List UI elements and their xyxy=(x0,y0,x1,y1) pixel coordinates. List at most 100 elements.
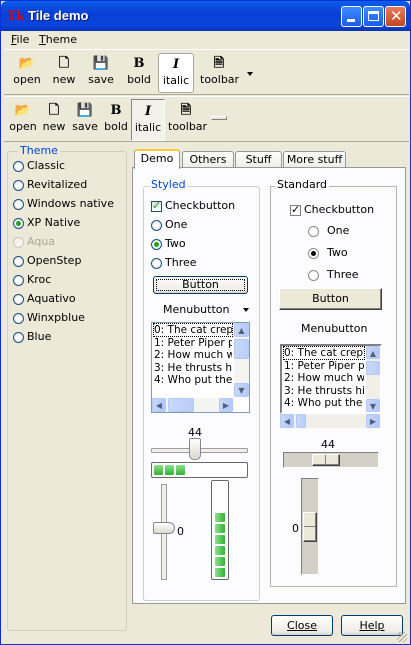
styled-button[interactable]: Button xyxy=(153,276,248,294)
theme-radio-aquativo[interactable]: Aquativo xyxy=(13,292,76,308)
theme-radio-openstep[interactable]: OpenStep xyxy=(13,254,81,270)
radio-indicator xyxy=(13,160,24,172)
toolbar1-bold-button[interactable]: B bold xyxy=(124,55,154,86)
theme-radio-kroc[interactable]: Kroc xyxy=(13,273,51,289)
theme-radio-classic[interactable]: Classic xyxy=(13,159,65,175)
progress-segment xyxy=(215,557,225,566)
standard-list-vscrollbar[interactable]: ▲ ▼ xyxy=(366,346,380,412)
standard-radio-two[interactable]: Two xyxy=(308,246,348,259)
tab-others[interactable]: Others xyxy=(182,151,234,168)
styled-hscale-slider[interactable] xyxy=(189,438,201,460)
styled-vscale-slider[interactable] xyxy=(153,522,175,534)
standard-hscale[interactable] xyxy=(283,452,379,468)
list-item[interactable]: 0: The cat crept xyxy=(283,346,365,360)
standard-vscale[interactable] xyxy=(301,478,319,575)
list-item[interactable]: 1: Peter Piper pic xyxy=(284,360,364,372)
toolbar1-new-label: new xyxy=(52,73,76,86)
radio-indicator xyxy=(151,257,162,269)
toolbar1-new-button[interactable]: 🗋 new xyxy=(49,55,79,86)
list-item[interactable]: 0: The cat crept xyxy=(153,323,233,337)
styled-list-vthumb[interactable] xyxy=(234,339,249,359)
scroll-right-icon[interactable]: ▶ xyxy=(219,398,233,412)
bold-icon: B xyxy=(110,103,122,118)
tab-demo[interactable]: Demo xyxy=(134,149,180,169)
theme-radio-revitalized[interactable]: Revitalized xyxy=(13,178,87,194)
standard-checkbutton[interactable]: Checkbutton xyxy=(290,203,374,216)
maximize-button[interactable] xyxy=(363,6,384,27)
standard-radio-label: Two xyxy=(327,246,348,259)
theme-radio-xp-native[interactable]: XP Native xyxy=(13,216,80,232)
menu-theme[interactable]: Theme xyxy=(39,33,77,46)
styled-radio-three[interactable]: Three xyxy=(151,256,197,269)
styled-radio-one[interactable]: One xyxy=(151,218,187,231)
standard-list-hthumb[interactable] xyxy=(296,414,306,428)
standard-radio-one[interactable]: One xyxy=(308,224,349,237)
standard-list-hscrollbar[interactable]: ◀ ▶ xyxy=(280,414,380,428)
resize-grip[interactable] xyxy=(397,632,407,642)
close-button[interactable]: Close xyxy=(271,615,333,636)
list-item[interactable]: 3: He thrusts his xyxy=(154,362,232,374)
tab-stuff[interactable]: Stuff xyxy=(235,151,282,168)
help-button[interactable]: Help xyxy=(341,615,403,636)
styled-checkbutton-label: Checkbutton xyxy=(165,199,236,212)
scroll-down-icon[interactable]: ▼ xyxy=(366,399,380,412)
toolbar2-new-button[interactable]: 🗋 new xyxy=(40,102,68,133)
theme-radio-windows-native[interactable]: Windows native xyxy=(13,197,114,213)
toolbar1-italic-button[interactable]: I italic xyxy=(158,53,194,93)
toolbar-dropdown-arrow-icon[interactable] xyxy=(247,72,253,76)
close-window-button[interactable]: ✕ xyxy=(385,6,406,27)
list-item[interactable]: 4: Who put the b xyxy=(154,374,232,386)
toolbar1-save-button[interactable]: 💾 save xyxy=(86,55,116,86)
list-item[interactable]: 4: Who put the b xyxy=(284,397,364,409)
toolbar1-bold-label: bold xyxy=(127,73,151,86)
scroll-down-icon[interactable]: ▼ xyxy=(234,383,249,397)
styled-hscale[interactable] xyxy=(151,438,248,460)
theme-radio-winxpblue[interactable]: Winxpblue xyxy=(13,311,85,327)
toolbar2-italic-button[interactable]: I italic xyxy=(131,99,165,141)
close-icon: ✕ xyxy=(390,7,403,25)
scroll-up-icon[interactable]: ▲ xyxy=(234,323,249,337)
styled-menubutton[interactable]: Menubutton xyxy=(163,303,253,316)
theme-radio-blue[interactable]: Blue xyxy=(13,330,51,346)
list-item[interactable]: 2: How much w xyxy=(154,349,232,361)
standard-vscale-slider[interactable] xyxy=(303,512,317,542)
standard-radio-three[interactable]: Three xyxy=(308,268,359,281)
styled-radio-two[interactable]: Two xyxy=(151,237,186,250)
list-item[interactable]: 1: Peter Piper pic xyxy=(154,337,232,349)
standard-listbox[interactable]: 0: The cat crept1: Peter Piper pic2: How… xyxy=(280,344,382,414)
styled-checkbutton[interactable]: Checkbutton xyxy=(151,199,235,212)
toolbar2-save-button[interactable]: 💾 save xyxy=(71,102,99,133)
bold-icon: B xyxy=(133,56,145,71)
list-item[interactable]: 3: He thrusts his xyxy=(284,385,364,397)
styled-list-hthumb[interactable] xyxy=(168,398,194,412)
list-item[interactable]: 2: How much wc xyxy=(284,372,364,384)
tab-more-stuff[interactable]: More stuff xyxy=(283,151,346,168)
scroll-left-icon[interactable]: ◀ xyxy=(280,414,294,428)
theme-radio-aqua[interactable]: Aqua xyxy=(13,235,55,251)
styled-list-hscrollbar[interactable]: ◀ ▶ xyxy=(152,398,234,412)
toolbar1-toolbar-button[interactable]: 🗎 toolbar xyxy=(200,55,239,86)
menu-file[interactable]: File xyxy=(11,33,29,46)
title-bar[interactable]: Tk Tile demo ✕ xyxy=(1,1,410,31)
scroll-up-icon[interactable]: ▲ xyxy=(366,346,380,359)
standard-hscale-slider[interactable] xyxy=(312,454,340,466)
toolbar2-bold-button[interactable]: B bold xyxy=(102,102,130,133)
toolbar2-open-button[interactable]: 📂 open xyxy=(8,102,38,133)
standard-scale-value: 44 xyxy=(321,438,335,451)
scroll-left-icon[interactable]: ◀ xyxy=(152,398,166,412)
standard-menubutton[interactable]: Menubutton xyxy=(301,322,367,335)
toolbar1-open-button[interactable]: 📂 open xyxy=(10,55,44,86)
theme-radio-label: Blue xyxy=(27,330,52,343)
standard-list-vthumb[interactable] xyxy=(366,361,380,375)
styled-listbox[interactable]: 0: The cat crept1: Peter Piper pic2: How… xyxy=(151,322,250,413)
minimize-button[interactable] xyxy=(341,6,362,27)
main-window: Tk Tile demo ✕ File Theme 📂 open 🗋 new 💾… xyxy=(0,0,411,645)
new-file-icon: 🗋 xyxy=(58,56,70,71)
toolbar-menubutton-indicator[interactable] xyxy=(211,116,227,120)
radio-indicator xyxy=(13,198,24,210)
styled-list-vscrollbar[interactable]: ▲ ▼ xyxy=(234,323,249,397)
scroll-right-icon[interactable]: ▶ xyxy=(366,414,380,428)
styled-toolbar: 📂 open 🗋 new 💾 save B bold I italic 🗎 to… xyxy=(4,49,409,95)
standard-button[interactable]: Button xyxy=(279,288,382,310)
toolbar2-toolbar-button[interactable]: 🗎 toolbar xyxy=(168,102,207,133)
